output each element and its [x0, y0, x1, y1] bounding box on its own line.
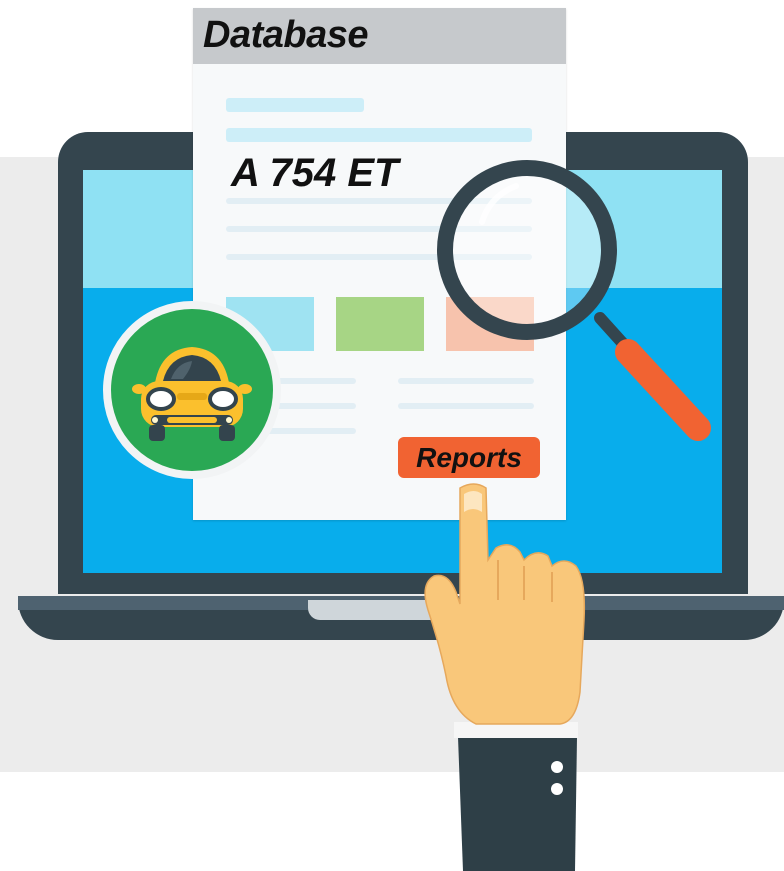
pointing-hand-icon: [424, 483, 586, 871]
